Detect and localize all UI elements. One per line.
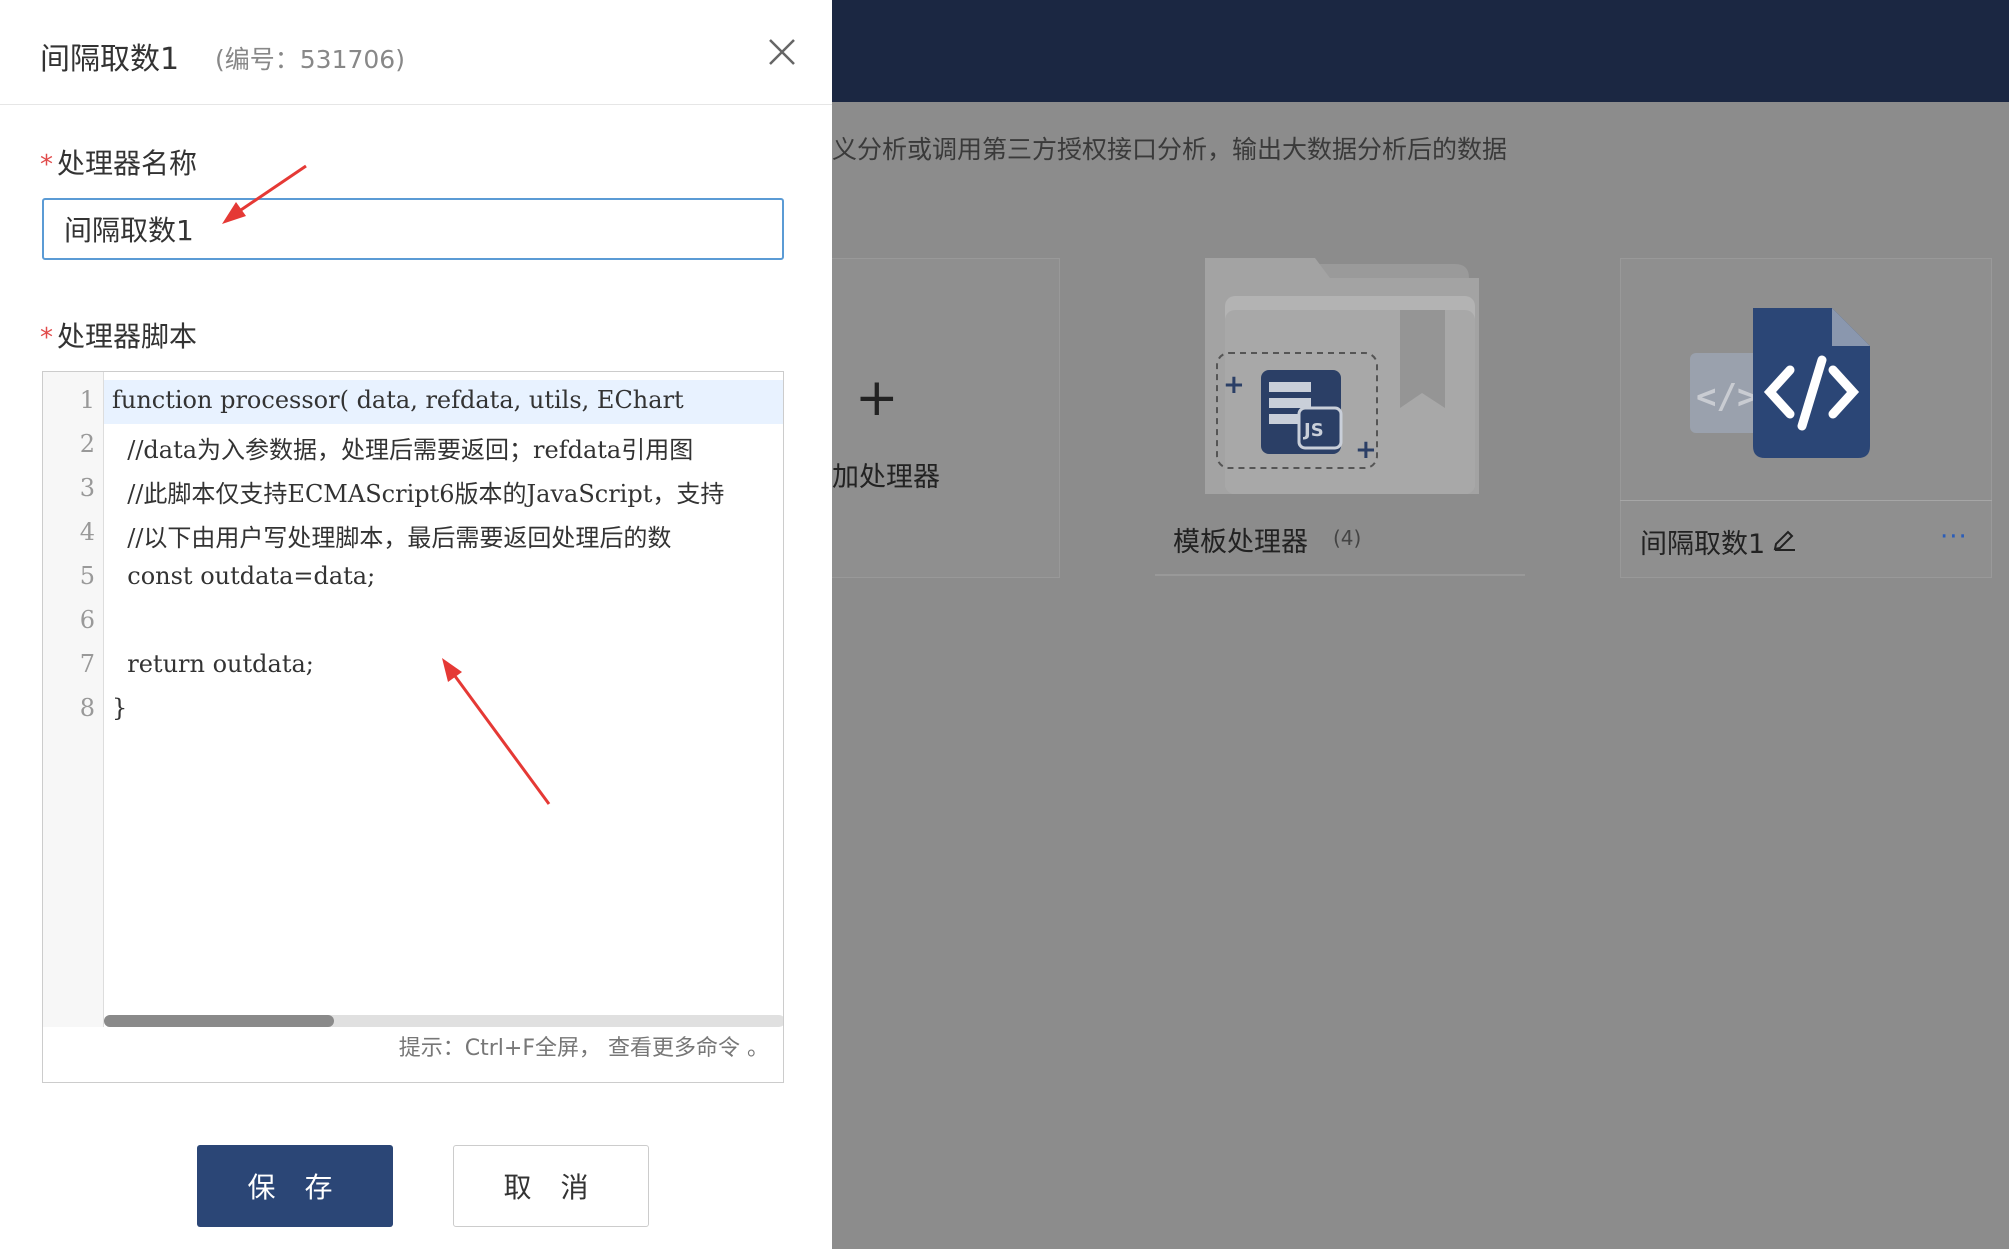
- processor-script-label: * 处理器脚本: [40, 315, 197, 355]
- line-number: 1: [79, 386, 95, 414]
- required-mark: *: [40, 323, 53, 353]
- cancel-button[interactable]: 取 消: [453, 1145, 649, 1227]
- code-line: function processor( data, refdata, utils…: [112, 386, 684, 414]
- processor-name-label-text: 处理器名称: [57, 147, 198, 180]
- editor-hint: 提示：Ctrl+F全屏， 查看更多命令 。: [398, 1036, 769, 1061]
- edit-processor-drawer: 间隔取数1 (编号：531706) *处理器名称 *处理器脚本 1 2 3 4 …: [0, 0, 832, 1249]
- line-number: 3: [79, 474, 95, 502]
- code-file-icon: </>: [1690, 308, 1870, 458]
- scrollbar-thumb[interactable]: [104, 1015, 334, 1027]
- page-description: 义分析或调用第三方授权接口分析，输出大数据分析后的数据: [832, 135, 1508, 164]
- processor-name-input[interactable]: [42, 198, 784, 260]
- ellipsis-icon[interactable]: ···: [1940, 522, 1968, 552]
- code-line: //data为入参数据，处理后需要返回；refdata引用图: [112, 436, 694, 464]
- code-line: const outdata=data;: [112, 562, 376, 590]
- processor-card-label: 间隔取数1: [1640, 529, 1766, 560]
- line-number: 2: [79, 430, 95, 458]
- svg-text:+: +: [1355, 435, 1377, 465]
- code-line: //以下由用户写处理脚本，最后需要返回处理后的数: [112, 524, 672, 552]
- card-divider: [1620, 500, 1992, 501]
- card-divider: [1155, 574, 1525, 576]
- line-number: 8: [79, 694, 95, 722]
- template-processor-count: (4): [1333, 526, 1362, 550]
- drawer-subtitle: (编号：531706): [215, 45, 405, 74]
- code-line: //此脚本仅支持ECMAScript6版本的JavaScript，支持: [112, 480, 725, 508]
- template-processor-label: 模板处理器: [1173, 527, 1308, 558]
- svg-text:+: +: [1223, 370, 1245, 400]
- line-number: 7: [79, 650, 95, 678]
- folder-js-icon: + + JS: [1205, 258, 1479, 494]
- code-area[interactable]: function processor( data, refdata, utils…: [104, 372, 783, 1027]
- add-processor-label: 加处理器: [832, 462, 940, 493]
- code-line: return outdata;: [112, 650, 314, 678]
- save-button[interactable]: 保 存: [197, 1145, 393, 1227]
- svg-text:</>: </>: [1696, 377, 1757, 417]
- drawer-header: 间隔取数1 (编号：531706): [0, 0, 832, 105]
- line-number: 6: [79, 606, 95, 634]
- svg-text:JS: JS: [1302, 420, 1324, 441]
- required-mark: *: [40, 150, 53, 180]
- processor-name-label: * 处理器名称: [40, 142, 197, 182]
- drawer-title: 间隔取数1: [40, 42, 180, 77]
- processor-script-label-text: 处理器脚本: [57, 320, 198, 353]
- code-line: }: [112, 694, 128, 722]
- plus-icon: +: [855, 368, 899, 428]
- script-editor[interactable]: 1 2 3 4 5 6 7 8 function processor( data…: [42, 371, 784, 1083]
- line-number: 4: [79, 518, 95, 546]
- close-icon[interactable]: [766, 36, 798, 68]
- line-number: 5: [79, 562, 95, 590]
- horizontal-scrollbar[interactable]: [104, 1015, 783, 1027]
- pencil-icon[interactable]: [1772, 525, 1798, 551]
- line-number-gutter: 1 2 3 4 5 6 7 8: [43, 372, 104, 1027]
